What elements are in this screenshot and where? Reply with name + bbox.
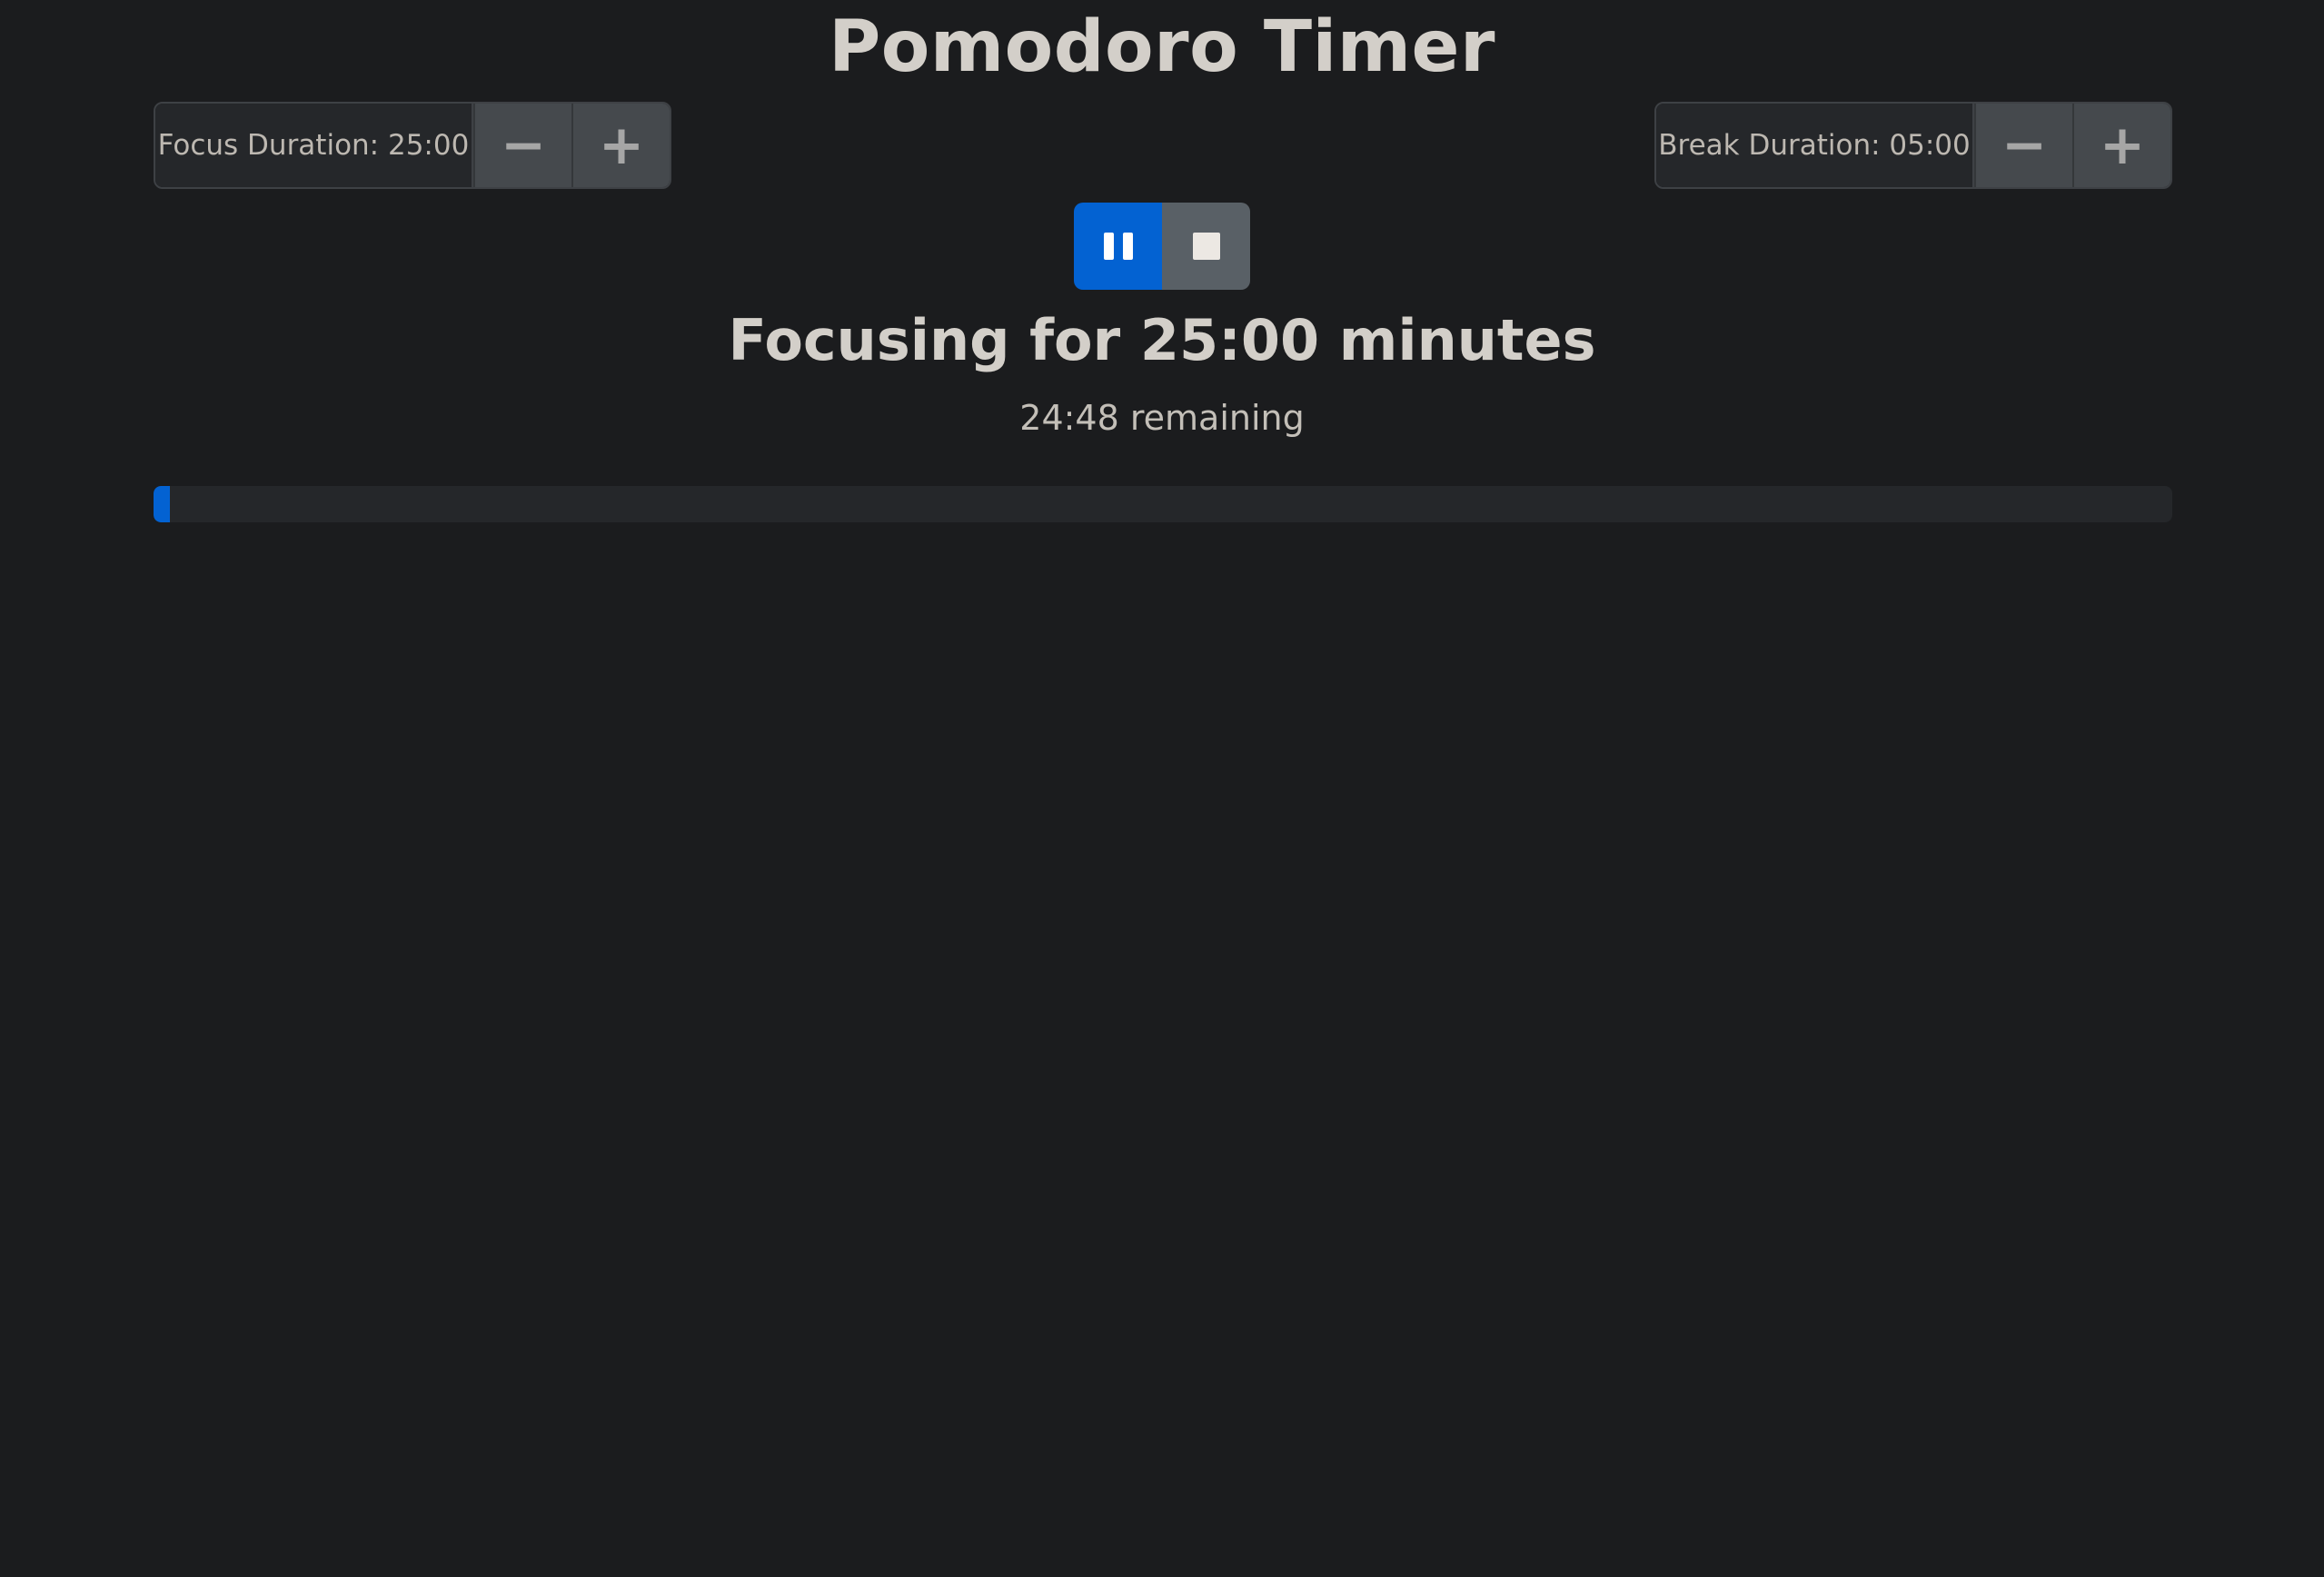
stop-icon	[1192, 233, 1220, 260]
stop-button[interactable]	[1162, 203, 1250, 290]
progress-bar-fill	[154, 486, 170, 522]
pause-icon	[1103, 233, 1133, 260]
break-decrease-button[interactable]: −	[1974, 104, 2072, 187]
pause-button[interactable]	[1074, 203, 1162, 290]
page-title: Pomodoro Timer	[829, 6, 1495, 88]
time-remaining: 24:48 remaining	[1019, 398, 1305, 438]
break-duration-control: Break Duration: 05:00 − +	[1654, 102, 2172, 189]
focus-duration-control: Focus Duration: 25:00 − +	[154, 102, 671, 189]
plus-icon: +	[2099, 114, 2146, 177]
focus-decrease-button[interactable]: −	[473, 104, 571, 187]
minus-icon: −	[500, 114, 547, 177]
focus-increase-button[interactable]: +	[571, 104, 670, 187]
focus-duration-label: Focus Duration: 25:00	[155, 104, 473, 187]
break-duration-label: Break Duration: 05:00	[1656, 104, 1974, 187]
status-heading: Focusing for 25:00 minutes	[728, 307, 1596, 373]
plus-icon: +	[598, 114, 645, 177]
progress-bar	[154, 486, 2172, 522]
minus-icon: −	[2001, 114, 2048, 177]
timer-controls	[1074, 203, 1250, 290]
break-increase-button[interactable]: +	[2072, 104, 2170, 187]
